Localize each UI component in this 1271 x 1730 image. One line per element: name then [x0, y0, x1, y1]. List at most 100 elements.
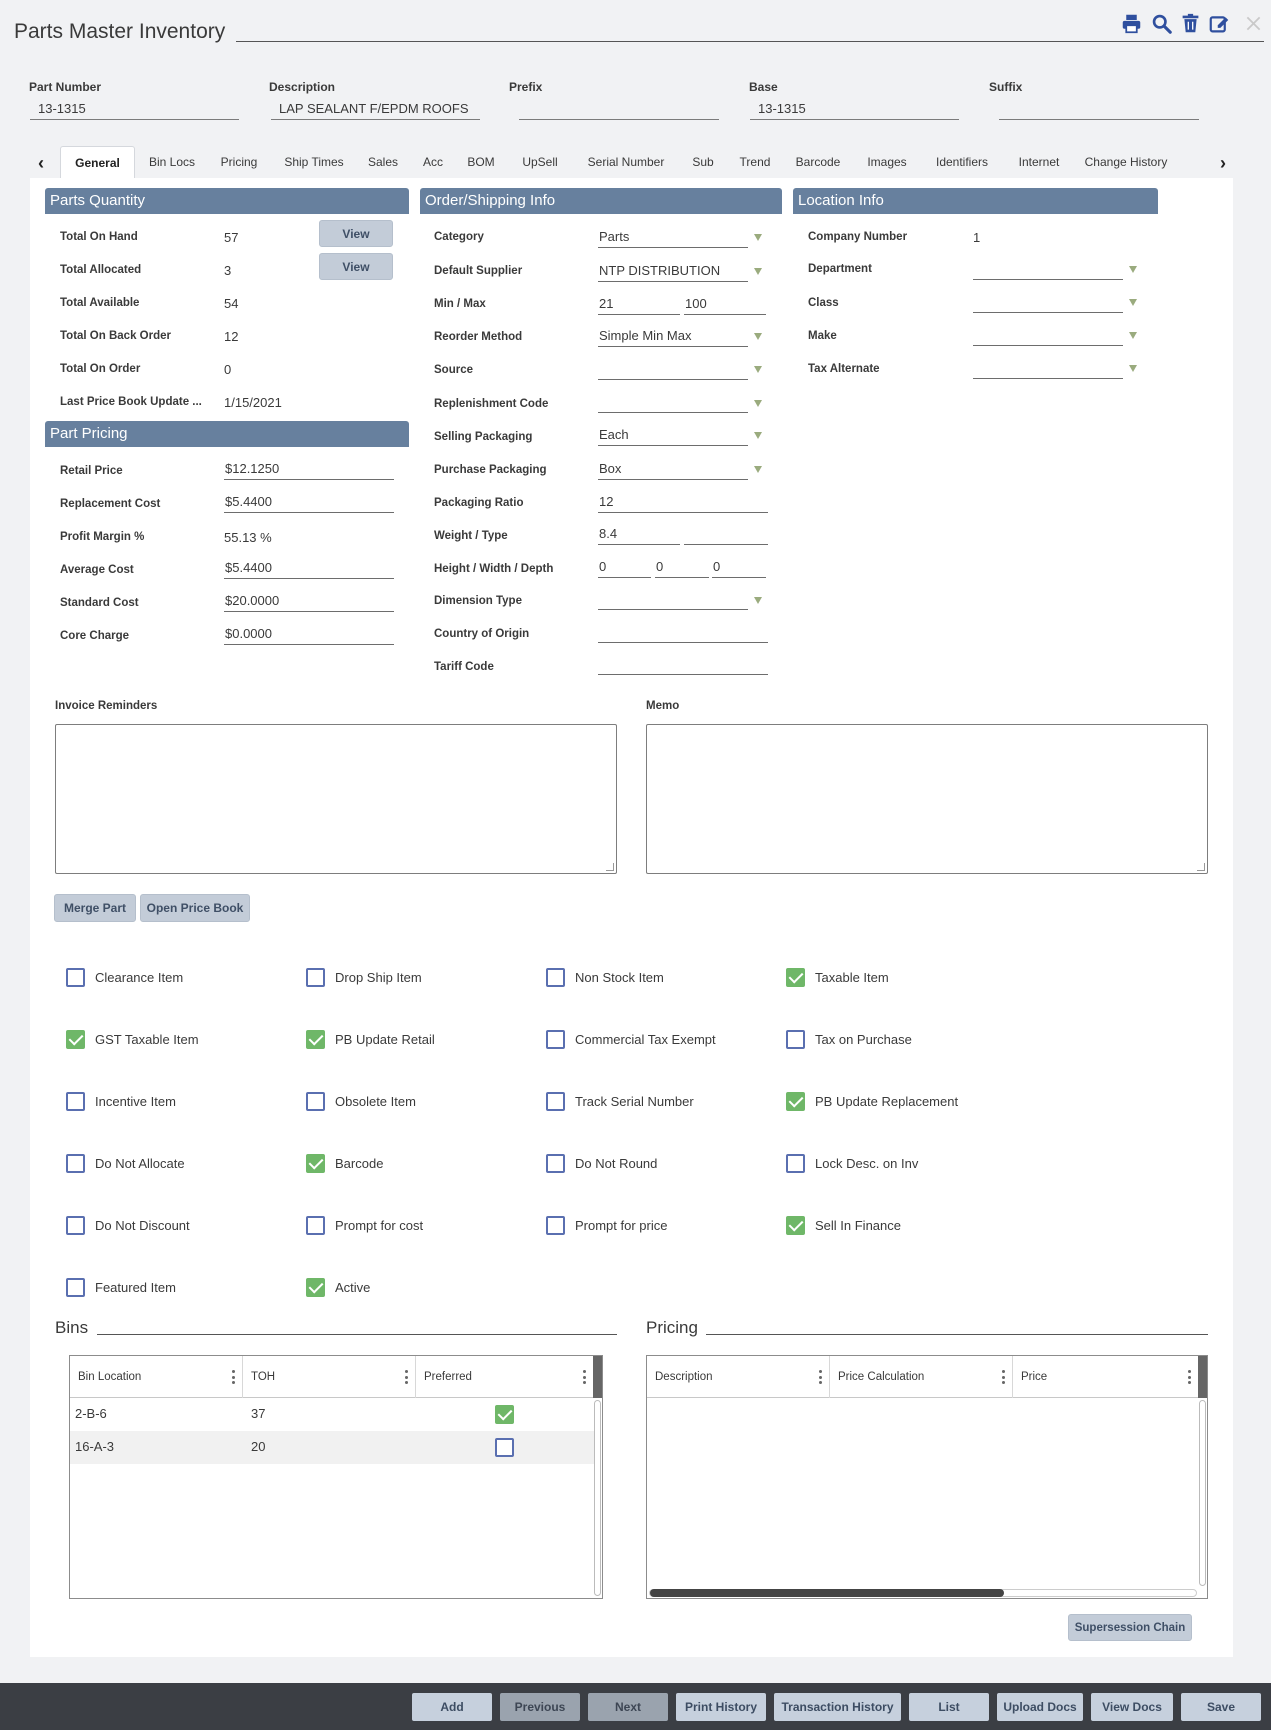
prompt-for-price-option[interactable]: Prompt for price	[546, 1216, 667, 1235]
previous-button[interactable]: Previous	[500, 1693, 580, 1721]
column-menu-icon[interactable]	[232, 1370, 235, 1384]
vertical-scrollbar[interactable]	[594, 1400, 601, 1596]
list-button[interactable]: List	[909, 1693, 989, 1721]
table-row[interactable]: 2-B-6 37	[70, 1398, 594, 1431]
gst-taxable-item-checkbox[interactable]	[66, 1030, 85, 1049]
next-button[interactable]: Next	[588, 1693, 668, 1721]
tab-bin-locs[interactable]: Bin Locs	[138, 146, 206, 178]
tab-change-history[interactable]: Change History	[1076, 146, 1176, 178]
non-stock-item-option[interactable]: Non Stock Item	[546, 968, 664, 987]
gst-taxable-item-option[interactable]: GST Taxable Item	[66, 1030, 199, 1049]
active-checkbox[interactable]	[306, 1278, 325, 1297]
active-option[interactable]: Active	[306, 1278, 370, 1297]
upload-docs-button[interactable]: Upload Docs	[997, 1693, 1083, 1721]
purchase-packaging-select[interactable]: Box	[598, 460, 748, 480]
memo-textarea[interactable]	[646, 724, 1208, 874]
view-allocated-button[interactable]: View	[319, 253, 393, 280]
commercial-tax-exempt-checkbox[interactable]	[546, 1030, 565, 1049]
column-header-price[interactable]: Price	[1013, 1356, 1199, 1398]
track-serial-number-option[interactable]: Track Serial Number	[546, 1092, 694, 1111]
drop-ship-item-option[interactable]: Drop Ship Item	[306, 968, 422, 987]
resize-grip-icon[interactable]	[1197, 863, 1205, 871]
class-chevron-down-icon[interactable]	[1129, 299, 1137, 306]
category-select[interactable]: Parts	[598, 228, 748, 248]
category-chevron-down-icon[interactable]	[754, 234, 762, 241]
column-header-toh[interactable]: TOH	[243, 1356, 416, 1398]
tab-internet[interactable]: Internet	[1006, 146, 1072, 178]
vertical-scrollbar[interactable]	[1199, 1400, 1206, 1586]
selling-chevron-down-icon[interactable]	[754, 432, 762, 439]
department-select[interactable]	[973, 260, 1123, 280]
barcode-option[interactable]: Barcode	[306, 1154, 383, 1173]
department-chevron-down-icon[interactable]	[1129, 266, 1137, 273]
tab-general[interactable]: General	[60, 146, 135, 178]
column-header-description[interactable]: Description	[647, 1356, 830, 1398]
tab-sales[interactable]: Sales	[356, 146, 410, 178]
packaging-ratio-field[interactable]: 12	[598, 493, 768, 513]
country-of-origin-field[interactable]	[598, 623, 768, 643]
purchase-chevron-down-icon[interactable]	[754, 466, 762, 473]
taxable-item-checkbox[interactable]	[786, 968, 805, 987]
do-not-round-checkbox[interactable]	[546, 1154, 565, 1173]
save-button[interactable]: Save	[1181, 1693, 1261, 1721]
weight-type-field[interactable]	[684, 525, 768, 545]
column-menu-icon[interactable]	[1002, 1370, 1005, 1384]
print-history-button[interactable]: Print History	[676, 1693, 766, 1721]
reorder-chevron-down-icon[interactable]	[754, 333, 762, 340]
do-not-discount-option[interactable]: Do Not Discount	[66, 1216, 190, 1235]
pb-update-replacement-option[interactable]: PB Update Replacement	[786, 1092, 958, 1111]
tab-serial-number[interactable]: Serial Number	[576, 146, 676, 178]
delete-icon[interactable]	[1177, 10, 1203, 36]
featured-item-checkbox[interactable]	[66, 1278, 85, 1297]
do-not-allocate-checkbox[interactable]	[66, 1154, 85, 1173]
horizontal-scroll-thumb[interactable]	[650, 1589, 1004, 1597]
retail-price-field[interactable]: $12.1250	[224, 460, 394, 480]
add-button[interactable]: Add	[412, 1693, 492, 1721]
invoice-reminders-textarea[interactable]	[55, 724, 617, 874]
column-menu-icon[interactable]	[405, 1370, 408, 1384]
prompt-for-cost-checkbox[interactable]	[306, 1216, 325, 1235]
featured-item-option[interactable]: Featured Item	[66, 1278, 176, 1297]
suffix-field[interactable]	[999, 98, 1199, 120]
table-row[interactable]: 16-A-3 20	[70, 1431, 594, 1464]
tab-acc[interactable]: Acc	[412, 146, 454, 178]
pb-update-retail-option[interactable]: PB Update Retail	[306, 1030, 435, 1049]
average-cost-field[interactable]: $5.4400	[224, 559, 394, 579]
tab-pricing[interactable]: Pricing	[208, 146, 270, 178]
sell-in-finance-checkbox[interactable]	[786, 1216, 805, 1235]
lock-desc-on-inv-option[interactable]: Lock Desc. on Inv	[786, 1154, 918, 1173]
prompt-for-price-checkbox[interactable]	[546, 1216, 565, 1235]
preferred-checkbox[interactable]	[495, 1405, 514, 1424]
dimension-chevron-down-icon[interactable]	[754, 597, 762, 604]
class-select[interactable]	[973, 293, 1123, 313]
search-icon[interactable]	[1148, 10, 1174, 36]
column-menu-icon[interactable]	[819, 1370, 822, 1384]
description-field[interactable]: LAP SEALANT F/EPDM ROOFS	[271, 98, 480, 120]
taxable-item-option[interactable]: Taxable Item	[786, 968, 889, 987]
drop-ship-item-checkbox[interactable]	[306, 968, 325, 987]
source-select[interactable]	[598, 360, 748, 380]
max-field[interactable]: 100	[684, 295, 766, 315]
tax-on-purchase-option[interactable]: Tax on Purchase	[786, 1030, 912, 1049]
prompt-for-cost-option[interactable]: Prompt for cost	[306, 1216, 423, 1235]
tab-sub[interactable]: Sub	[680, 146, 726, 178]
edit-icon[interactable]	[1206, 10, 1232, 36]
obsolete-item-checkbox[interactable]	[306, 1092, 325, 1111]
sell-in-finance-option[interactable]: Sell In Finance	[786, 1216, 901, 1235]
core-charge-field[interactable]: $0.0000	[224, 625, 394, 645]
tax-alternate-select[interactable]	[973, 359, 1123, 379]
column-header-price-calculation[interactable]: Price Calculation	[830, 1356, 1013, 1398]
do-not-round-option[interactable]: Do Not Round	[546, 1154, 657, 1173]
tariff-code-field[interactable]	[598, 655, 768, 675]
preferred-checkbox[interactable]	[495, 1438, 514, 1457]
min-field[interactable]: 21	[598, 295, 680, 315]
resize-grip-icon[interactable]	[606, 863, 614, 871]
tab-images[interactable]: Images	[856, 146, 918, 178]
source-chevron-down-icon[interactable]	[754, 366, 762, 373]
barcode-checkbox[interactable]	[306, 1154, 325, 1173]
prefix-field[interactable]	[519, 98, 719, 120]
column-header-bin-location[interactable]: Bin Location	[70, 1356, 243, 1398]
supplier-chevron-down-icon[interactable]	[754, 268, 762, 275]
tax-on-purchase-checkbox[interactable]	[786, 1030, 805, 1049]
replenishment-chevron-down-icon[interactable]	[754, 400, 762, 407]
